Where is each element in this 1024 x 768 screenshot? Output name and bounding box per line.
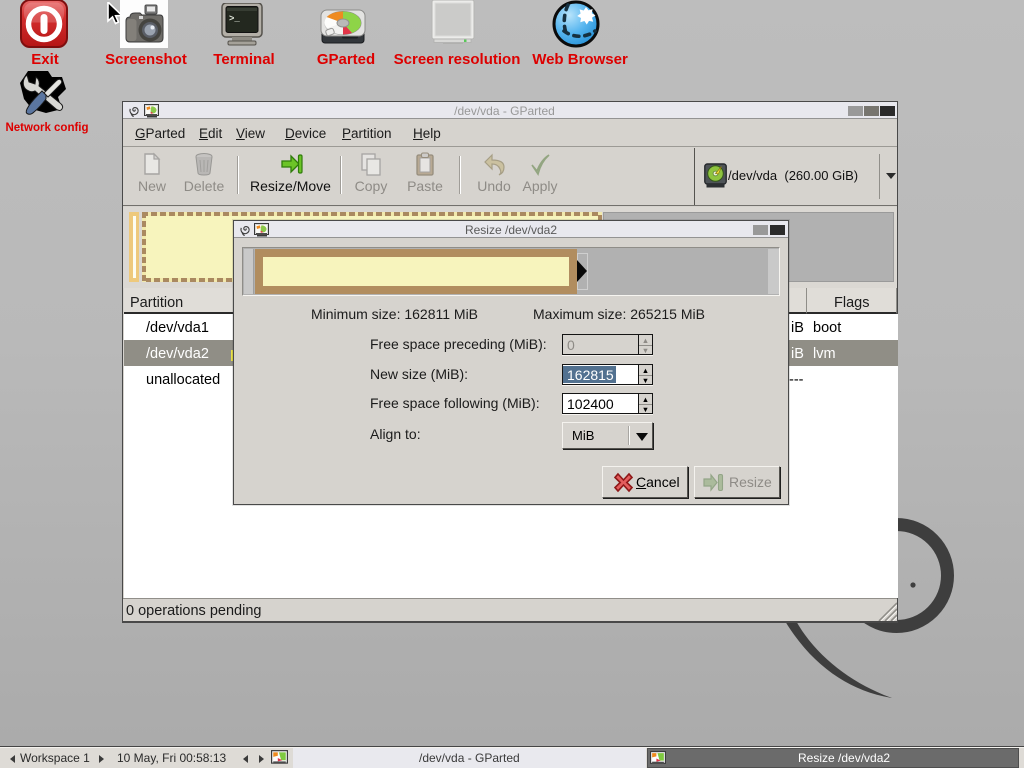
svg-text:>_: >_ (229, 14, 240, 24)
